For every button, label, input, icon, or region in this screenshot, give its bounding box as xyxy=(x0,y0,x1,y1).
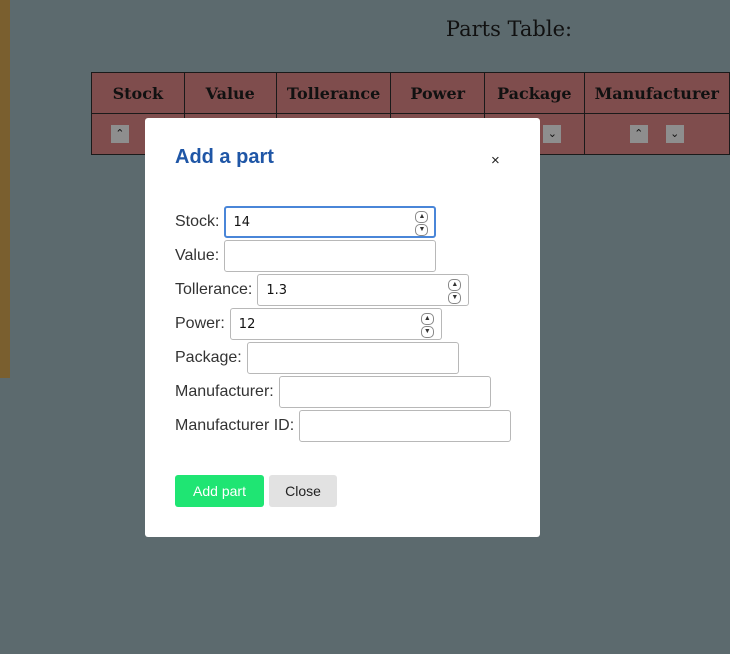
package-input[interactable] xyxy=(246,342,459,374)
tollerance-label: Tollerance: xyxy=(175,281,253,298)
spin-down-icon[interactable]: ▼ xyxy=(415,224,429,236)
stock-input[interactable] xyxy=(224,206,437,238)
table-header-row: Stock Value Tollerance Power Package Man… xyxy=(91,72,730,114)
tollerance-number-wrapper: ▲ ▼ xyxy=(257,274,470,306)
manufacturer-id-row: Manufacturer ID: xyxy=(175,409,512,443)
power-number-wrapper: ▲ ▼ xyxy=(229,308,442,340)
package-row: Package: xyxy=(175,341,459,375)
stock-row: Stock: ▲ ▼ xyxy=(175,205,437,239)
manufacturer-id-input[interactable] xyxy=(299,410,512,442)
modal-title: Add a part xyxy=(175,146,274,168)
close-button[interactable]: Close xyxy=(269,475,337,507)
value-input[interactable] xyxy=(224,240,437,272)
tollerance-row: Tollerance: ▲ ▼ xyxy=(175,273,470,307)
stock-spinner[interactable]: ▲ ▼ xyxy=(415,211,429,236)
manufacturer-label: Manufacturer: xyxy=(175,383,274,400)
manufacturer-row: Manufacturer: xyxy=(175,375,491,409)
power-label: Power: xyxy=(175,315,225,332)
power-row: Power: ▲ ▼ xyxy=(175,307,442,341)
column-header-stock: Stock xyxy=(91,72,185,114)
chevron-down-icon[interactable]: ⌄ xyxy=(665,124,684,143)
stock-number-wrapper: ▲ ▼ xyxy=(224,206,437,238)
spin-up-icon[interactable]: ▲ xyxy=(420,313,434,325)
manufacturer-id-label: Manufacturer ID: xyxy=(175,417,295,434)
spin-down-icon[interactable]: ▼ xyxy=(448,292,462,304)
value-row: Value: xyxy=(175,239,437,273)
close-icon[interactable]: × xyxy=(491,152,500,169)
power-spinner[interactable]: ▲ ▼ xyxy=(420,313,434,338)
add-part-button[interactable]: Add part xyxy=(175,475,264,507)
side-strip xyxy=(0,0,10,378)
spin-up-icon[interactable]: ▲ xyxy=(448,279,462,291)
tollerance-spinner[interactable]: ▲ ▼ xyxy=(448,279,462,304)
sort-cell-manufacturer: ⌃ ⌄ xyxy=(583,113,730,155)
manufacturer-input[interactable] xyxy=(278,376,491,408)
column-header-manufacturer: Manufacturer xyxy=(583,72,730,114)
chevron-down-icon[interactable]: ⌄ xyxy=(543,124,562,143)
tollerance-input[interactable] xyxy=(257,274,470,306)
spin-up-icon[interactable]: ▲ xyxy=(415,211,429,223)
column-header-power: Power xyxy=(390,72,486,114)
value-label: Value: xyxy=(175,247,220,264)
page-title: Parts Table: xyxy=(445,17,573,41)
chevron-up-icon[interactable]: ⌃ xyxy=(629,124,648,143)
package-label: Package: xyxy=(175,349,242,366)
spin-down-icon[interactable]: ▼ xyxy=(420,326,434,338)
add-part-modal: Add a part × Stock: ▲ ▼ Value: Tolleranc… xyxy=(145,118,540,537)
stock-label: Stock: xyxy=(175,213,220,230)
chevron-up-icon[interactable]: ⌃ xyxy=(110,124,129,143)
column-header-tollerance: Tollerance xyxy=(275,72,392,114)
column-header-value: Value xyxy=(183,72,277,114)
power-input[interactable] xyxy=(229,308,442,340)
column-header-package: Package xyxy=(484,72,585,114)
